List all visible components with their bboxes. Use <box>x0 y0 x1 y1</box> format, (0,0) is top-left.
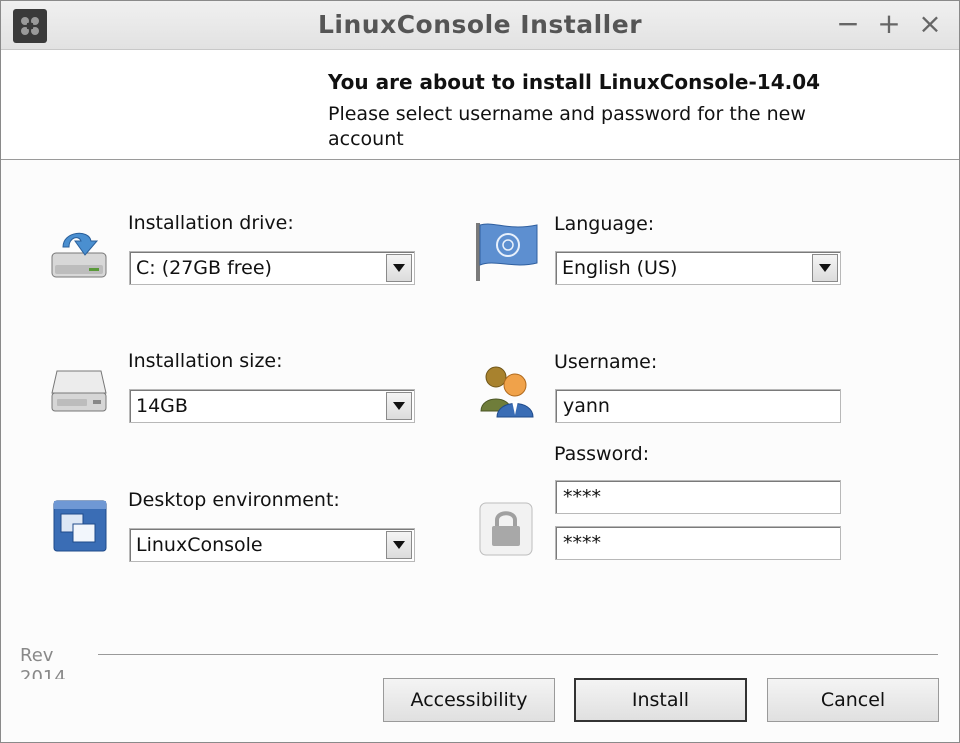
header-subtitle: Please select username and password for … <box>328 103 806 150</box>
header-banner: You are about to install LinuxConsole-14… <box>1 50 959 160</box>
flag-icon <box>473 219 541 287</box>
installation-size-label: Installation size: <box>128 350 283 372</box>
desktop-windows-icon <box>53 500 107 556</box>
minimize-button[interactable]: − <box>833 7 863 41</box>
username-label: Username: <box>554 351 658 373</box>
installation-drive-label: Installation drive: <box>128 212 294 234</box>
installation-size-value: 14GB <box>136 395 188 417</box>
close-button[interactable]: × <box>915 7 945 41</box>
lock-icon <box>479 502 533 560</box>
footer-divider <box>98 654 938 655</box>
accessibility-button[interactable]: Accessibility <box>383 678 555 722</box>
password-confirm-value: **** <box>563 532 601 554</box>
password-confirm-field[interactable]: **** <box>555 526 841 560</box>
password-label: Password: <box>554 443 650 465</box>
desktop-environment-select[interactable]: LinuxConsole <box>129 528 415 562</box>
revision-text: Rev 2014 <box>20 645 66 679</box>
desktop-environment-value: LinuxConsole <box>136 534 263 556</box>
password-value: **** <box>563 486 601 508</box>
hard-disk-icon <box>49 363 109 417</box>
username-value: yann <box>563 395 610 417</box>
header-title: You are about to install LinuxConsole-14… <box>328 70 821 94</box>
chevron-down-icon[interactable] <box>812 254 838 282</box>
install-button[interactable]: Install <box>574 678 747 722</box>
installation-drive-value: C: (27GB free) <box>136 257 272 279</box>
password-field[interactable]: **** <box>555 480 841 514</box>
language-value: English (US) <box>562 257 678 279</box>
username-field[interactable]: yann <box>555 389 841 423</box>
window-title: LinuxConsole Installer <box>317 10 643 39</box>
maximize-button[interactable]: + <box>874 7 904 41</box>
chevron-down-icon[interactable] <box>386 531 412 559</box>
language-label: Language: <box>554 213 655 235</box>
cancel-button[interactable]: Cancel <box>767 678 939 722</box>
desktop-environment-label: Desktop environment: <box>128 489 340 511</box>
title-bar[interactable]: LinuxConsole Installer − + × <box>1 1 959 50</box>
drive-install-icon <box>49 223 109 287</box>
chevron-down-icon[interactable] <box>386 254 412 282</box>
users-icon <box>479 361 537 423</box>
language-select[interactable]: English (US) <box>555 251 841 285</box>
installer-window: LinuxConsole Installer − + × You are abo… <box>0 0 960 743</box>
chevron-down-icon[interactable] <box>386 392 412 420</box>
installation-size-select[interactable]: 14GB <box>129 389 415 423</box>
installation-drive-select[interactable]: C: (27GB free) <box>129 251 415 285</box>
